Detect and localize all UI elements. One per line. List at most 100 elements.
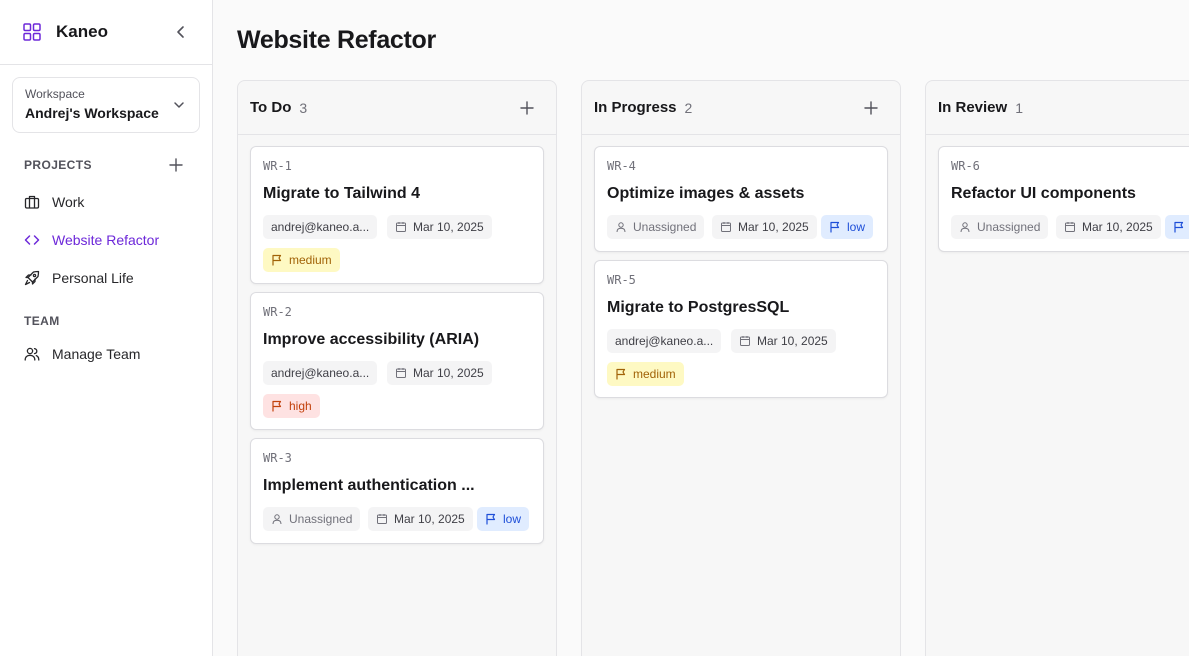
- flag-icon: [271, 400, 283, 412]
- column-header: In Progress 2: [582, 81, 900, 135]
- assignee-chip[interactable]: Unassigned: [607, 215, 705, 239]
- column-header: In Review 1: [926, 81, 1189, 135]
- task-id: WR-2: [263, 305, 292, 319]
- workspace-name: Andrej's Workspace: [25, 105, 159, 121]
- task-card[interactable]: WR-4 Optimize images & assets Unassigned…: [594, 146, 888, 252]
- due-date-chip[interactable]: Mar 10, 2025: [1056, 215, 1161, 239]
- due-date-chip[interactable]: Mar 10, 2025: [712, 215, 817, 239]
- assignee-text: Unassigned: [977, 220, 1041, 234]
- grid-logo-icon: [23, 23, 41, 41]
- briefcase-icon: [24, 194, 40, 210]
- assignee-chip[interactable]: Unassigned: [951, 215, 1049, 239]
- task-id: WR-4: [607, 159, 636, 173]
- task-id: WR-1: [263, 159, 292, 173]
- brand-header: Kaneo: [0, 0, 212, 65]
- priority-badge[interactable]: medium: [607, 362, 684, 386]
- app-name: Kaneo: [56, 22, 108, 41]
- priority-text: medium: [633, 367, 676, 381]
- priority-badge[interactable]: high: [263, 394, 320, 418]
- chevron-down-icon: [173, 99, 185, 111]
- assignee-chip[interactable]: andrej@kaneo.a...: [263, 361, 378, 385]
- sidebar-item-manage-team[interactable]: Manage Team: [24, 344, 140, 364]
- sidebar-item-website-refactor[interactable]: Website Refactor: [24, 230, 159, 250]
- task-title: Refactor UI components: [951, 185, 1136, 202]
- priority-text: low: [847, 220, 866, 234]
- calendar-icon: [1064, 221, 1076, 233]
- priority-text: low: [503, 512, 522, 526]
- task-title: Implement authentication ...: [263, 477, 475, 494]
- sidebar-item-work[interactable]: Work: [24, 192, 84, 212]
- task-card[interactable]: WR-2 Improve accessibility (ARIA) andrej…: [250, 292, 544, 430]
- calendar-icon: [720, 221, 732, 233]
- column-title: In Review: [938, 99, 1008, 116]
- assignee-text: Unassigned: [633, 220, 697, 234]
- assignee-chip[interactable]: andrej@kaneo.a...: [263, 215, 378, 239]
- due-date-chip[interactable]: Mar 10, 2025: [387, 361, 492, 385]
- task-id: WR-3: [263, 451, 292, 465]
- task-card[interactable]: WR-1 Migrate to Tailwind 4 andrej@kaneo.…: [250, 146, 544, 284]
- task-title: Migrate to Tailwind 4: [263, 185, 421, 202]
- column-to-do: To Do 3 WR-1 Migrate to Tailwind 4 andre…: [237, 80, 557, 656]
- column-in-review: In Review 1 WR-6 Refactor UI components …: [925, 80, 1189, 656]
- priority-badge[interactable]: low: [477, 507, 530, 531]
- user-icon: [959, 221, 971, 233]
- add-task-plus-icon[interactable]: [520, 101, 534, 115]
- calendar-icon: [395, 367, 407, 379]
- priority-text: medium: [289, 253, 332, 267]
- priority-badge[interactable]: low: [821, 215, 874, 239]
- priority-badge[interactable]: low: [1165, 215, 1189, 239]
- workspace-switcher[interactable]: Workspace Andrej's Workspace: [12, 77, 200, 133]
- page-title: Website Refactor: [237, 26, 436, 54]
- sidebar-item-label: Work: [52, 194, 85, 210]
- priority-text: high: [289, 399, 312, 413]
- assignee-text: andrej@kaneo.a...: [615, 334, 714, 348]
- task-title: Optimize images & assets: [607, 185, 805, 202]
- task-card[interactable]: WR-6 Refactor UI components Unassigned M…: [938, 146, 1189, 252]
- priority-badge[interactable]: medium: [263, 248, 340, 272]
- column-count: 1: [1015, 99, 1023, 116]
- assignee-text: andrej@kaneo.a...: [271, 366, 370, 380]
- chevron-left-icon[interactable]: [174, 25, 188, 39]
- task-card[interactable]: WR-5 Migrate to PostgresSQL andrej@kaneo…: [594, 260, 888, 398]
- assignee-chip[interactable]: andrej@kaneo.a...: [607, 329, 722, 353]
- task-id: WR-5: [607, 273, 636, 287]
- calendar-icon: [739, 335, 751, 347]
- column-header: To Do 3: [238, 81, 556, 135]
- calendar-icon: [376, 513, 388, 525]
- assignee-text: andrej@kaneo.a...: [271, 220, 370, 234]
- flag-icon: [615, 368, 627, 380]
- column-count: 3: [299, 99, 308, 116]
- user-icon: [271, 513, 283, 525]
- task-id: WR-6: [951, 159, 980, 173]
- code-icon: [24, 232, 40, 248]
- assignee-text: Unassigned: [289, 512, 353, 526]
- add-task-plus-icon[interactable]: [864, 101, 878, 115]
- flag-icon: [271, 254, 283, 266]
- calendar-icon: [395, 221, 407, 233]
- flag-icon: [829, 221, 841, 233]
- due-date-chip[interactable]: Mar 10, 2025: [731, 329, 836, 353]
- users-icon: [24, 346, 40, 362]
- due-date-text: Mar 10, 2025: [1082, 220, 1153, 234]
- task-title: Migrate to PostgresSQL: [607, 299, 790, 316]
- add-project-plus-icon[interactable]: [169, 158, 183, 172]
- assignee-chip[interactable]: Unassigned: [263, 507, 361, 531]
- due-date-chip[interactable]: Mar 10, 2025: [368, 507, 473, 531]
- due-date-text: Mar 10, 2025: [738, 220, 809, 234]
- column-title: To Do: [250, 99, 292, 116]
- due-date-text: Mar 10, 2025: [413, 220, 484, 234]
- due-date-chip[interactable]: Mar 10, 2025: [387, 215, 492, 239]
- sidebar-item-personal-life[interactable]: Personal Life: [24, 268, 134, 288]
- flag-icon: [485, 513, 497, 525]
- due-date-text: Mar 10, 2025: [413, 366, 484, 380]
- column-title: In Progress: [594, 99, 677, 116]
- sidebar: Kaneo Workspace Andrej's Workspace PROJE…: [0, 0, 213, 656]
- task-card[interactable]: WR-3 Implement authentication ... Unassi…: [250, 438, 544, 544]
- flag-icon: [1173, 221, 1185, 233]
- rocket-icon: [24, 270, 40, 286]
- task-title: Improve accessibility (ARIA): [263, 331, 480, 348]
- sidebar-item-label: Website Refactor: [52, 232, 160, 248]
- sidebar-item-label: Personal Life: [52, 270, 134, 286]
- column-count: 2: [684, 99, 693, 116]
- user-icon: [615, 221, 627, 233]
